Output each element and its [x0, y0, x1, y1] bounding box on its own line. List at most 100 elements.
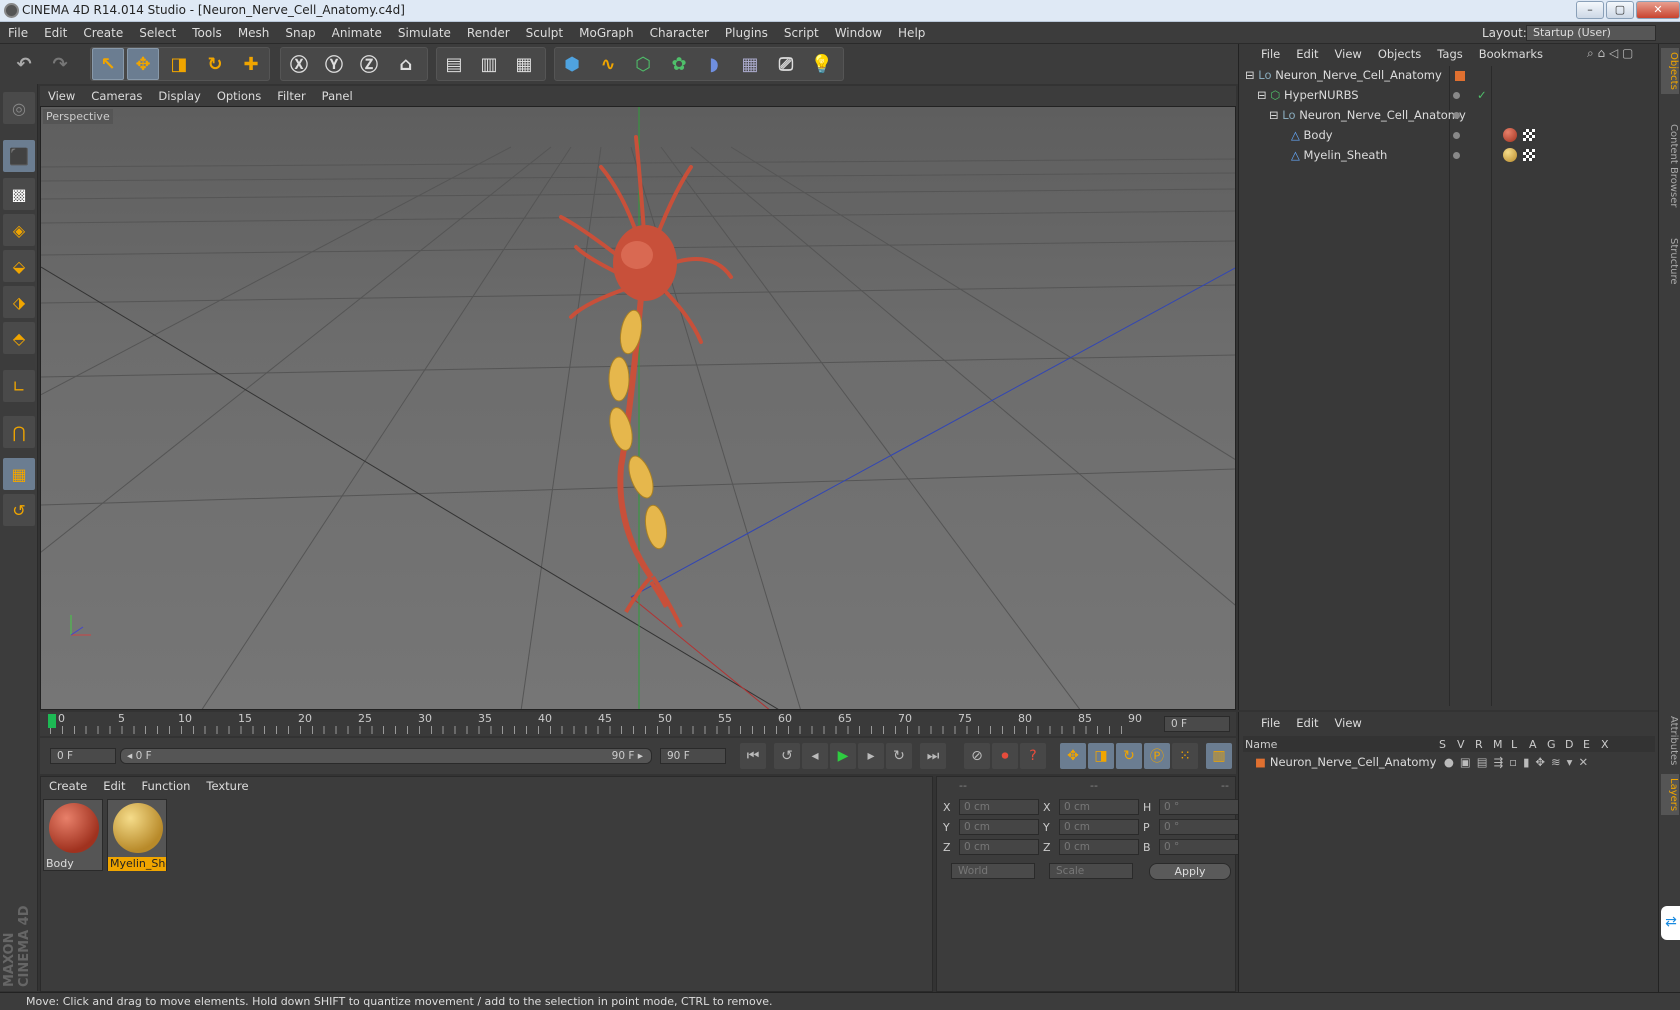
obj-menu-objects[interactable]: Objects [1370, 44, 1429, 64]
workplane-mode-icon[interactable]: ◈ [3, 214, 35, 246]
previous-key-icon[interactable]: ↺ [774, 743, 800, 769]
menu-file[interactable]: File [0, 22, 36, 44]
floor-icon[interactable]: ▦ [734, 48, 766, 80]
render-view-icon[interactable]: ▤ [438, 48, 470, 80]
tab-attributes[interactable]: Attributes [1661, 712, 1679, 769]
viewport-menu-options[interactable]: Options [209, 89, 269, 103]
render-picture-viewer-icon[interactable]: ▥ [473, 48, 505, 80]
viewport-menu-view[interactable]: View [40, 89, 83, 103]
close-button[interactable]: ✕ [1636, 1, 1680, 19]
goto-start-icon[interactable]: ⏮ [740, 743, 766, 769]
menu-select[interactable]: Select [131, 22, 184, 44]
menu-mesh[interactable]: Mesh [230, 22, 278, 44]
menu-mograph[interactable]: MoGraph [571, 22, 642, 44]
render-settings-icon[interactable]: ▦ [508, 48, 540, 80]
uvw-tag-icon[interactable] [1523, 129, 1535, 141]
size-y-field[interactable]: 0 cm [1059, 819, 1139, 835]
coord-mode-select[interactable]: Scale [1049, 863, 1133, 879]
timeline-ruler[interactable]: 0 5 10 15 20 25 30 35 40 45 50 55 60 65 … [40, 712, 1236, 736]
menu-window[interactable]: Window [827, 22, 890, 44]
object-row[interactable]: ⊟ Lo Neuron_Nerve_Cell_Anatomy [1239, 66, 1659, 85]
quantize-icon[interactable]: ↺ [3, 494, 35, 526]
timeline-window-icon[interactable]: ▥ [1206, 743, 1232, 769]
cloner-icon[interactable]: ✿ [663, 48, 695, 80]
menu-snap[interactable]: Snap [277, 22, 323, 44]
camera-icon[interactable]: ⎚ [770, 48, 802, 80]
enabled-check-icon[interactable]: ✓ [1477, 86, 1487, 105]
spline-pen-icon[interactable]: ∿ [592, 48, 624, 80]
key-position-icon[interactable]: ✥ [1060, 743, 1086, 769]
menu-create[interactable]: Create [75, 22, 131, 44]
visibility-dot-icon[interactable] [1453, 132, 1460, 139]
mat-menu-function[interactable]: Function [134, 777, 199, 795]
select-tool-icon[interactable]: ↖ [92, 48, 124, 80]
tab-content-browser[interactable]: Content Browser [1661, 120, 1679, 211]
autokey-icon[interactable]: ⏺ [992, 743, 1018, 769]
frame-range-slider[interactable]: ◂ 0 F 90 F ▸ [120, 748, 652, 764]
record-keys-icon[interactable]: ⊘ [964, 743, 990, 769]
rot-b-field[interactable]: 0 ° [1159, 839, 1239, 855]
layer-menu-view[interactable]: View [1327, 716, 1370, 730]
cube-primitive-icon[interactable]: ⬢ [556, 48, 588, 80]
apply-button[interactable]: Apply [1149, 863, 1231, 880]
size-x-field[interactable]: 0 cm [1059, 799, 1139, 815]
end-frame-field[interactable]: 90 F [660, 748, 726, 764]
visibility-dot-icon[interactable] [1453, 92, 1460, 99]
menu-script[interactable]: Script [776, 22, 827, 44]
layer-flag-icons[interactable]: ●▣▤⇶▫▮✥≋▾✕ [1444, 755, 1594, 769]
key-pla-icon[interactable]: ⁙ [1172, 743, 1198, 769]
key-scale-icon[interactable]: ◨ [1088, 743, 1114, 769]
model-mode-icon[interactable]: ⬛ [3, 140, 35, 172]
tab-objects[interactable]: Objects [1661, 48, 1679, 94]
menu-tools[interactable]: Tools [184, 22, 230, 44]
key-rotation-icon[interactable]: ↻ [1116, 743, 1142, 769]
obj-menu-file[interactable]: File [1253, 44, 1288, 64]
teamviewer-icon[interactable]: ⇄ [1661, 906, 1680, 940]
points-mode-icon[interactable]: ⬙ [3, 250, 35, 282]
object-row[interactable]: ⊟ Lo Neuron_Nerve_Cell_Anatomy [1239, 106, 1659, 125]
layer-menu-edit[interactable]: Edit [1288, 716, 1326, 730]
obj-search-icon[interactable]: ⌕ ⌂ ◁ ▢ [1587, 46, 1633, 61]
material-myelin[interactable]: Myelin_She [107, 799, 167, 871]
body-material-tag-icon[interactable] [1503, 128, 1517, 142]
uvw-tag-icon[interactable] [1523, 149, 1535, 161]
light-icon[interactable]: 💡 [806, 48, 838, 80]
rot-h-field[interactable]: 0 ° [1159, 799, 1239, 815]
goto-end-icon[interactable]: ⏭ [920, 743, 946, 769]
next-frame-icon[interactable]: ▸ [858, 743, 884, 769]
obj-menu-view[interactable]: View [1327, 44, 1370, 64]
viewport-menu-filter[interactable]: Filter [269, 89, 313, 103]
deformer-icon[interactable]: ◗ [698, 48, 730, 80]
visibility-dot-icon[interactable] [1453, 152, 1460, 159]
z-axis-lock-icon[interactable]: Ⓩ [353, 48, 385, 80]
pos-z-field[interactable]: 0 cm [959, 839, 1039, 855]
undo-icon[interactable]: ↶ [8, 48, 40, 80]
visibility-dot-icon[interactable] [1453, 112, 1460, 119]
myelin-material-tag-icon[interactable] [1503, 148, 1517, 162]
menu-simulate[interactable]: Simulate [390, 22, 459, 44]
redo-icon[interactable]: ↷ [44, 48, 76, 80]
obj-menu-edit[interactable]: Edit [1288, 44, 1326, 64]
material-body[interactable]: Body [43, 799, 103, 871]
viewport-menu-cameras[interactable]: Cameras [83, 89, 150, 103]
menu-animate[interactable]: Animate [324, 22, 390, 44]
pos-x-field[interactable]: 0 cm [959, 799, 1039, 815]
polygons-mode-icon[interactable]: ⬘ [3, 322, 35, 354]
menu-plugins[interactable]: Plugins [717, 22, 776, 44]
coordinate-system-icon[interactable]: ⌂ [390, 48, 422, 80]
minimize-button[interactable]: – [1576, 1, 1604, 19]
rot-p-field[interactable]: 0 ° [1159, 819, 1239, 835]
layout-select[interactable]: Startup (User) [1526, 25, 1656, 41]
menu-sculpt[interactable]: Sculpt [518, 22, 571, 44]
tab-layers[interactable]: Layers [1661, 774, 1679, 816]
snap-magnet-icon[interactable]: ⋂ [3, 416, 35, 448]
object-row[interactable]: △ Myelin_Sheath [1239, 146, 1659, 165]
add-object-icon[interactable]: ✚ [235, 48, 267, 80]
texture-mode-icon[interactable]: ▩ [3, 178, 35, 210]
key-parameter-icon[interactable]: Ⓟ [1144, 743, 1170, 769]
play-icon[interactable]: ▶ [830, 743, 856, 769]
menu-help[interactable]: Help [890, 22, 933, 44]
start-frame-field[interactable]: 0 F [50, 748, 116, 764]
layer-menu-file[interactable]: File [1253, 716, 1288, 730]
mat-menu-edit[interactable]: Edit [95, 777, 133, 795]
